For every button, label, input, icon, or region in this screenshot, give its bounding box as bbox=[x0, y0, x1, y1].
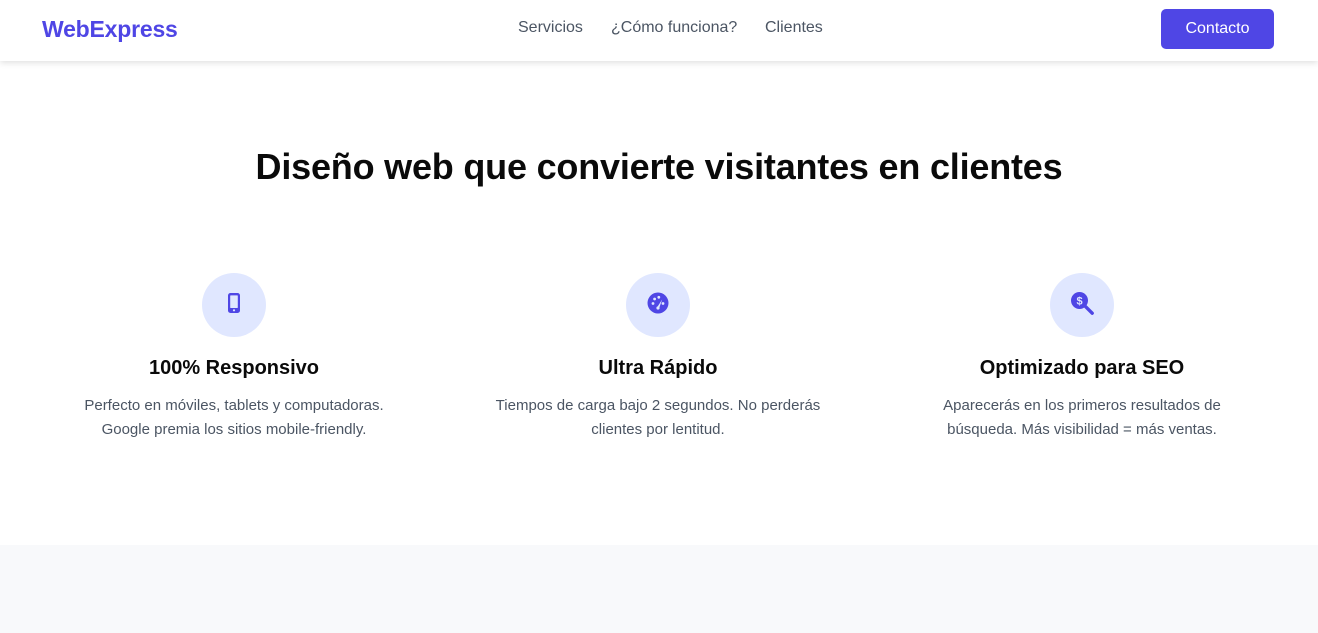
feature-card-seo: $ Optimizado para SEO Aparecerás en los … bbox=[882, 273, 1282, 442]
feature-title: 100% Responsivo bbox=[148, 357, 320, 379]
feature-title: Optimizado para SEO bbox=[979, 357, 1185, 379]
nav-link-clientes[interactable]: Clientes bbox=[765, 19, 823, 37]
feature-description: Aparecerás en los primeros resultados de… bbox=[943, 397, 1221, 438]
next-section-background bbox=[0, 545, 1318, 633]
feature-card-responsive: 100% Responsivo Perfecto en móviles, tab… bbox=[34, 273, 434, 442]
mobile-phone-icon bbox=[222, 291, 246, 320]
feature-icon-wrapper bbox=[626, 273, 690, 337]
feature-icon-wrapper bbox=[202, 273, 266, 337]
feature-description: Tiempos de carga bajo 2 segundos. No per… bbox=[495, 397, 821, 438]
svg-text:$: $ bbox=[1076, 295, 1082, 307]
feature-card-speed: Ultra Rápido Tiempos de carga bajo 2 seg… bbox=[458, 273, 858, 442]
feature-icon-wrapper: $ bbox=[1050, 273, 1114, 337]
speedometer-icon bbox=[646, 291, 670, 320]
contact-button[interactable]: Contacto bbox=[1161, 9, 1274, 49]
nav-links: Servicios ¿Cómo funciona? Clientes bbox=[0, 19, 1318, 41]
hero-title: Diseño web que convierte visitantes en c… bbox=[255, 146, 1063, 187]
search-dollar-icon: $ bbox=[1069, 290, 1095, 321]
feature-description: Perfecto en móviles, tablets y computado… bbox=[84, 397, 384, 438]
feature-title: Ultra Rápido bbox=[598, 357, 718, 379]
nav-link-como-funciona[interactable]: ¿Cómo funciona? bbox=[611, 19, 737, 37]
navbar: WebExpress Servicios ¿Cómo funciona? Cli… bbox=[0, 0, 1318, 61]
nav-link-servicios[interactable]: Servicios bbox=[518, 19, 583, 37]
